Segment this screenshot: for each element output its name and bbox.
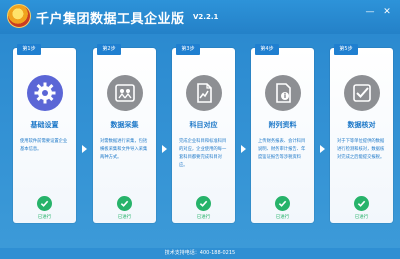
step-tab: 第3步 <box>176 44 200 55</box>
check-icon <box>275 196 290 211</box>
step-tab: 第1步 <box>17 44 41 55</box>
step-tab: 第2步 <box>97 44 121 55</box>
step-title: 数据核对 <box>347 121 376 129</box>
step-status: 已进行 <box>117 215 132 220</box>
support-footer: 技术支持电话：400-188-0215 <box>0 248 400 259</box>
close-button[interactable]: ✕ <box>381 6 393 18</box>
title-bar: 千户集团数据工具企业版 V2.2.1 — ✕ <box>0 0 400 34</box>
file-info-icon <box>265 75 301 111</box>
step-description: 使用软件前需要设置企业基本信息。 <box>20 139 68 152</box>
step-description: 上传财务报表、会计科目说明、财务审计报告、年度鉴证报告等涉税资料 <box>258 139 306 160</box>
app-title: 千户集团数据工具企业版 <box>36 12 185 27</box>
step-title: 附列资料 <box>268 121 297 129</box>
arrow-right-icon <box>162 145 167 153</box>
check-icon <box>354 196 369 211</box>
check-icon <box>117 196 132 211</box>
step-card-3[interactable]: 第3步 科目对应 完成企业科目和标准科目的对应，企业使用的每一套科目都要完成科目… <box>172 44 235 223</box>
step-card-4[interactable]: 第4步 附列资料 上传财务报表、会计科目说明、财务审计报告、年度鉴证报告等涉税资… <box>251 44 314 223</box>
step-tab: 第5步 <box>334 44 358 55</box>
arrow-right-icon <box>241 145 246 153</box>
step-title: 基础设置 <box>30 121 59 129</box>
step-card-5[interactable]: 第5步 数据核对 对于下等单位提供的数据进行检测和核对，数据核对完成之后能提交报… <box>330 44 393 223</box>
app-logo <box>7 4 31 28</box>
step-card-2[interactable]: 第2步 数据采集 对需数据进行采集，包括横板采集和文件导入采集两种方式。 已进行 <box>93 44 156 223</box>
checkbox-icon <box>344 75 380 111</box>
arrow-right-icon <box>320 145 325 153</box>
step-description: 对需数据进行采集，包括横板采集和文件导入采集两种方式。 <box>100 139 148 160</box>
transfer-icon <box>107 75 143 111</box>
step-title: 数据采集 <box>110 121 139 129</box>
check-icon <box>37 196 52 211</box>
step-description: 对于下等单位提供的数据进行检测和核对，数据核对完成之后能提交报税。 <box>337 139 385 160</box>
step-status: 已进行 <box>354 215 369 220</box>
minimize-button[interactable]: — <box>364 6 376 18</box>
gear-icon <box>27 75 63 111</box>
step-status: 已进行 <box>37 215 52 220</box>
close-icon: ✕ <box>383 7 391 17</box>
step-status: 已进行 <box>196 215 211 220</box>
step-status: 已进行 <box>275 215 290 220</box>
arrow-right-icon <box>82 145 87 153</box>
step-title: 科目对应 <box>189 121 218 129</box>
check-icon <box>196 196 211 211</box>
document-chart-icon <box>186 75 222 111</box>
app-version: V2.2.1 <box>193 13 219 21</box>
minimize-icon: — <box>365 7 375 17</box>
step-card-1[interactable]: 第1步 基础设置 使用软件前需要设置企业基本信息。 已进行 <box>13 44 76 223</box>
step-tab: 第4步 <box>255 44 279 55</box>
step-description: 完成企业科目和标准科目的对应，企业使用的每一套科目都要完成科目对应。 <box>179 139 227 168</box>
